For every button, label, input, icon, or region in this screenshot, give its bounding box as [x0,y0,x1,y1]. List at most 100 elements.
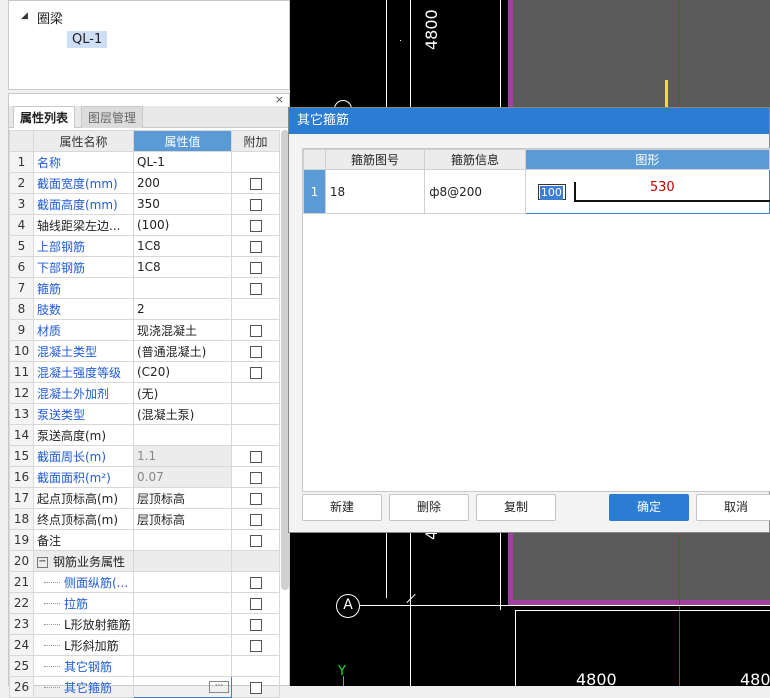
attach-cell[interactable] [231,445,280,467]
attach-checkbox[interactable] [249,240,262,253]
close-icon[interactable]: × [275,93,284,106]
property-value[interactable]: 200 [133,172,232,194]
attach-checkbox[interactable] [249,261,262,274]
shape-length-label[interactable]: 530 [650,180,675,195]
property-row[interactable]: 2 截面宽度(mm) 200 [9,172,280,194]
property-row[interactable]: 5 上部钢筋 1C8 [9,235,280,257]
property-value[interactable]: (100) [133,214,232,236]
property-row[interactable]: 25 其它钢筋 [9,655,280,677]
attach-checkbox[interactable] [249,345,262,358]
attach-checkbox[interactable] [249,576,262,589]
attach-cell[interactable] [231,361,280,383]
property-value[interactable]: (普通混凝土) [133,340,232,362]
property-row[interactable]: 8 肢数 2 [9,298,280,320]
property-value[interactable] [133,550,232,572]
attach-cell[interactable] [231,340,280,362]
property-value[interactable]: 1C8 [133,256,232,278]
more-options-icon[interactable]: ··· [209,681,229,693]
attach-cell[interactable] [231,592,280,614]
property-row[interactable]: 6 下部钢筋 1C8 [9,256,280,278]
property-value[interactable] [133,529,232,551]
attach-cell[interactable] [231,613,280,635]
property-value[interactable]: (混凝土泵) [133,403,232,425]
property-row[interactable]: 11 混凝土强度等级 (C20) [9,361,280,383]
property-row[interactable]: 20− 钢筋业务属性 [9,550,280,572]
property-value[interactable]: 2 [133,298,232,320]
attach-checkbox[interactable] [249,219,262,232]
attach-checkbox[interactable] [249,471,262,484]
attach-checkbox[interactable] [249,177,262,190]
property-value[interactable] [133,655,232,677]
new-button[interactable]: 新建 [302,494,382,521]
property-value[interactable]: ··· [133,676,232,698]
property-row[interactable]: 9 材质 现浇混凝土 [9,319,280,341]
collapse-minus-icon[interactable]: − [37,556,48,568]
cancel-button[interactable]: 取消 [696,494,770,521]
property-value[interactable]: (C20) [133,361,232,383]
property-row[interactable]: 26 其它箍筋 ··· [9,676,280,698]
property-value[interactable]: 现浇混凝土 [133,319,232,341]
ok-button[interactable]: 确定 [609,494,689,521]
property-row[interactable]: 10 混凝土类型 (普通混凝土) [9,340,280,362]
property-row[interactable]: 22 拉筋 [9,592,280,614]
attach-checkbox[interactable] [249,198,262,211]
property-value[interactable] [133,424,232,446]
property-value[interactable]: 350 [133,193,232,215]
copy-button[interactable]: 复制 [476,494,556,521]
property-row[interactable]: 18 终点顶标高(m) 层顶标高 [9,508,280,530]
grid-row[interactable]: 1 18 ф8@200 100 530 [303,169,770,214]
attach-checkbox[interactable] [249,681,262,694]
property-row[interactable]: 1 名称 QL-1 [9,151,280,173]
attach-cell[interactable] [231,172,280,194]
property-value[interactable] [133,634,232,656]
property-value[interactable]: 1C8 [133,235,232,257]
tree-node-ring-beam[interactable]: 圈梁 [37,8,63,27]
property-value[interactable] [133,613,232,635]
property-row[interactable]: 14 泵送高度(m) [9,424,280,446]
collapse-triangle-icon[interactable]: ◢ [21,11,28,21]
attach-checkbox[interactable] [249,618,262,631]
property-value[interactable]: 0.07 [133,466,232,488]
delete-button[interactable]: 删除 [389,494,469,521]
property-value[interactable]: (无) [133,382,232,404]
attach-cell[interactable] [231,235,280,257]
attach-cell[interactable] [231,529,280,551]
attach-cell[interactable] [231,319,280,341]
property-value[interactable]: 层顶标高 [133,487,232,509]
attach-cell[interactable] [231,277,280,299]
property-value[interactable]: 1.1 [133,445,232,467]
attach-cell[interactable] [231,508,280,530]
attach-checkbox[interactable] [249,366,262,379]
property-row[interactable]: 17 起点顶标高(m) 层顶标高 [9,487,280,509]
property-row[interactable]: 15 截面周长(m) 1.1 [9,445,280,467]
attach-cell[interactable] [231,571,280,593]
attach-cell[interactable] [231,256,280,278]
attach-cell[interactable] [231,634,280,656]
property-row[interactable]: 24 L形斜加筋 [9,634,280,656]
property-row[interactable]: 4 轴线距梁左边... (100) [9,214,280,236]
attach-cell[interactable] [231,676,280,698]
attach-checkbox[interactable] [249,513,262,526]
property-value[interactable] [133,592,232,614]
attach-cell[interactable] [231,193,280,215]
attach-checkbox[interactable] [249,639,262,652]
tab-layer-management[interactable]: 图层管理 [81,106,144,128]
property-row[interactable]: 23 L形放射箍筋 [9,613,280,635]
grid-cell-shape[interactable]: 100 530 [524,169,770,214]
property-row[interactable]: 16 截面面积(m²) 0.07 [9,466,280,488]
property-row[interactable]: 3 截面高度(mm) 350 [9,193,280,215]
attach-checkbox[interactable] [249,450,262,463]
tab-property-list[interactable]: 属性列表 [13,106,76,128]
attach-checkbox[interactable] [249,534,262,547]
tree-node-ql-1[interactable]: QL-1 [67,31,108,48]
attach-cell[interactable] [231,466,280,488]
property-value[interactable] [133,571,232,593]
property-value[interactable]: 层顶标高 [133,508,232,530]
attach-cell[interactable] [231,214,280,236]
attach-checkbox[interactable] [249,492,262,505]
property-row[interactable]: 12 混凝土外加剂 (无) [9,382,280,404]
attach-cell[interactable] [231,487,280,509]
attach-checkbox[interactable] [249,282,262,295]
grid-cell-shape-no[interactable]: 18 [324,169,426,214]
property-row[interactable]: 7 箍筋 [9,277,280,299]
